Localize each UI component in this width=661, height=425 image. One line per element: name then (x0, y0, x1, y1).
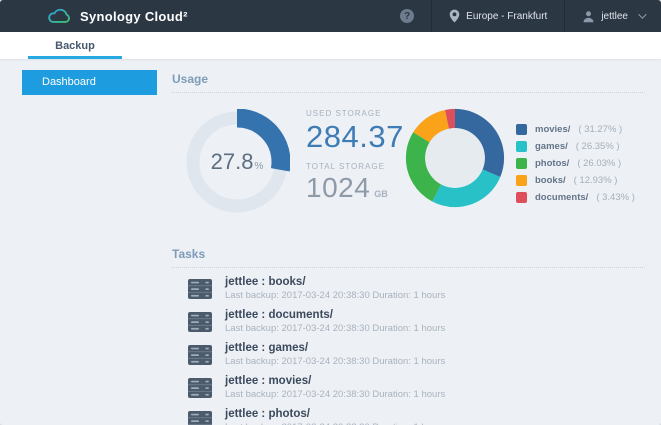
legend-folder-name: documents/ (535, 192, 589, 203)
total-storage-number: 1024 (306, 172, 371, 203)
legend-percent: ( 3.43% ) (596, 192, 635, 203)
donut-legend: movies/ ( 31.27% ) games/ ( 26.35% ) pho… (516, 121, 635, 206)
user-menu[interactable]: jettlee (565, 0, 661, 32)
legend-item: documents/ ( 3.43% ) (516, 189, 635, 206)
task-row[interactable]: jettlee : games/ Last backup: 2017-03-24… (172, 338, 645, 371)
content-area: Dashboard Usage 27.8% USED STORAGE 284.3… (0, 59, 661, 425)
legend-folder-name: photos/ (535, 158, 570, 169)
task-title: jettlee : movies/ (225, 375, 312, 387)
task-subtitle: Last backup: 2017-03-24 20:38:30 Duratio… (225, 356, 446, 367)
task-row[interactable]: jettlee : books/ Last backup: 2017-03-24… (172, 272, 645, 305)
help-icon: ? (400, 9, 415, 23)
task-row[interactable]: jettlee : photos/ Last backup: 2017-03-2… (172, 404, 645, 425)
legend-percent: ( 31.27% ) (578, 124, 623, 135)
server-icon (188, 410, 212, 425)
tab-backup-label: Backup (55, 39, 95, 52)
top-header: Synology Cloud² ? Europe - Frankfurt jet… (0, 0, 661, 32)
sidebar-item-dashboard[interactable]: Dashboard (22, 70, 157, 95)
user-avatar-icon (583, 10, 594, 22)
task-row[interactable]: jettlee : movies/ Last backup: 2017-03-2… (172, 371, 645, 404)
legend-swatch (516, 124, 527, 135)
sidebar: Dashboard (0, 59, 165, 95)
region-selector[interactable]: Europe - Frankfurt (432, 0, 564, 32)
chevron-down-icon (638, 10, 647, 19)
used-percentage-gauge: 27.8% (184, 109, 290, 215)
legend-percent: ( 26.35% ) (575, 141, 620, 152)
legend-folder-name: games/ (535, 141, 568, 152)
task-text: jettlee : books/ Last backup: 2017-03-24… (225, 276, 445, 301)
location-pin-icon (449, 9, 460, 23)
legend-item: games/ ( 26.35% ) (516, 138, 635, 155)
brand: Synology Cloud² (46, 7, 188, 25)
usage-section: Usage 27.8% USED STORAGE 284.37 GB TOTAL… (172, 72, 645, 241)
server-icon (188, 344, 212, 365)
task-subtitle: Last backup: 2017-03-24 20:38:30 Duratio… (225, 290, 446, 301)
donut-chart (405, 108, 505, 208)
server-icon (188, 278, 212, 299)
task-text: jettlee : photos/ Last backup: 2017-03-2… (225, 408, 445, 425)
tasks-section-title: Tasks (172, 247, 645, 268)
legend-item: books/ ( 12.93% ) (516, 172, 635, 189)
task-title: jettlee : books/ (225, 276, 306, 288)
task-text: jettlee : games/ Last backup: 2017-03-24… (225, 342, 445, 367)
task-list: jettlee : books/ Last backup: 2017-03-24… (172, 272, 645, 425)
legend-swatch (516, 175, 527, 186)
tab-bar: Backup (0, 32, 661, 59)
header-actions: ? Europe - Frankfurt jettlee (383, 0, 661, 32)
synology-cloud-logo-icon (48, 8, 70, 23)
legend-swatch (516, 141, 527, 152)
legend-percent: ( 26.03% ) (577, 158, 622, 169)
legend-percent: ( 12.93% ) (573, 175, 618, 186)
task-text: jettlee : documents/ Last backup: 2017-0… (225, 309, 445, 334)
total-storage-unit: GB (374, 189, 388, 199)
usage-donut-chart (404, 107, 506, 209)
used-storage-number: 284.37 (306, 119, 404, 154)
usage-body: 27.8% USED STORAGE 284.37 GB TOTAL STORA… (172, 93, 645, 241)
server-icon (188, 377, 212, 398)
gauge-percent-value: 27.8 (210, 149, 254, 174)
legend-swatch (516, 192, 527, 203)
main-panel: Usage 27.8% USED STORAGE 284.37 GB TOTAL… (172, 59, 645, 425)
help-button[interactable]: ? (383, 0, 431, 32)
task-subtitle: Last backup: 2017-03-24 20:38:30 Duratio… (225, 323, 446, 334)
task-title: jettlee : photos/ (225, 408, 310, 420)
task-subtitle: Last backup: 2017-03-24 20:38:30 Duratio… (225, 389, 446, 400)
task-row[interactable]: jettlee : documents/ Last backup: 2017-0… (172, 305, 645, 338)
legend-item: photos/ ( 26.03% ) (516, 155, 635, 172)
server-icon (188, 311, 212, 332)
tab-backup[interactable]: Backup (28, 32, 122, 59)
task-text: jettlee : movies/ Last backup: 2017-03-2… (225, 375, 445, 400)
app-title: Synology Cloud² (80, 8, 188, 24)
legend-folder-name: movies/ (535, 124, 571, 135)
legend-item: movies/ ( 31.27% ) (516, 121, 635, 138)
gauge-percent: 27.8% (184, 109, 290, 215)
username-label: jettlee (601, 10, 628, 22)
region-label: Europe - Frankfurt (466, 10, 548, 22)
legend-folder-name: books/ (535, 175, 566, 186)
task-title: jettlee : games/ (225, 342, 309, 354)
app-window: Synology Cloud² ? Europe - Frankfurt jet… (0, 0, 661, 425)
tasks-section: Tasks jettlee : books/ Last backup: 2017… (172, 247, 645, 425)
usage-section-title: Usage (172, 72, 645, 93)
gauge-percent-unit: % (254, 160, 264, 172)
task-title: jettlee : documents/ (225, 309, 333, 321)
legend-swatch (516, 158, 527, 169)
